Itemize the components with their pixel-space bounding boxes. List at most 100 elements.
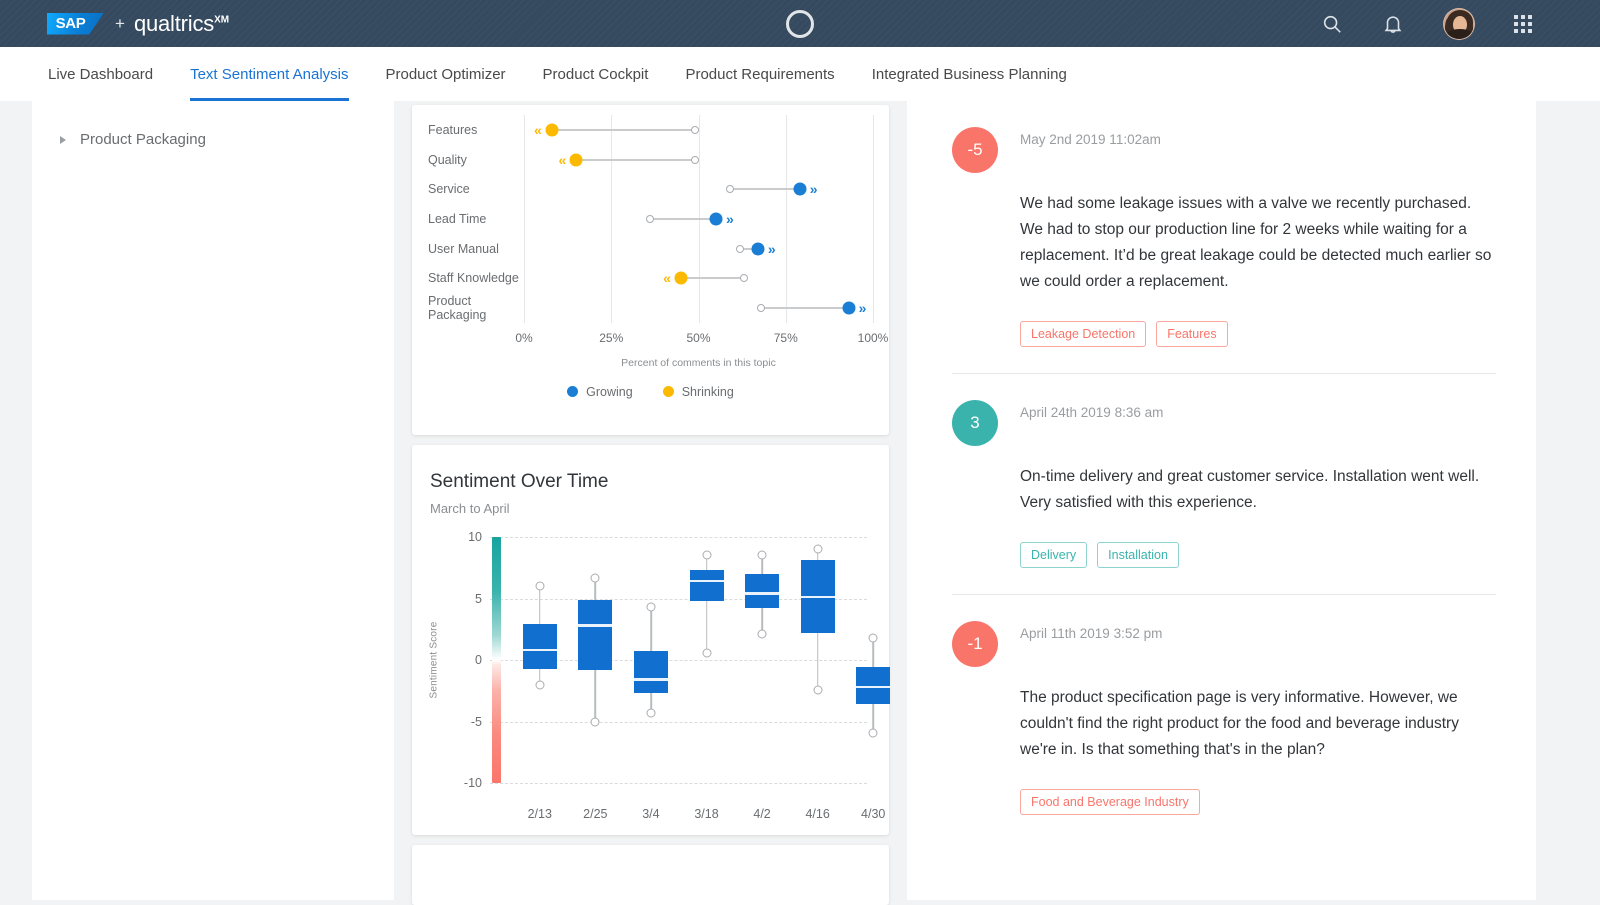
gridline	[524, 174, 525, 205]
comment-timestamp: May 2nd 2019 11:02am	[1020, 132, 1161, 147]
topic-trend-row-label: Staff Knowledge	[428, 271, 519, 286]
topic-trend-row-label: Features	[428, 122, 478, 137]
topic-trend-row[interactable]: Features «	[412, 115, 889, 145]
search-icon[interactable]	[1321, 13, 1343, 35]
tab-live-dashboard[interactable]: Live Dashboard	[48, 47, 153, 101]
x-axis-tick: 3/18	[694, 807, 719, 821]
connector-line	[681, 277, 744, 280]
avatar[interactable]	[1443, 7, 1475, 40]
topic-trend-row[interactable]: Service »	[412, 174, 889, 205]
x-axis-tick: 4/16	[805, 807, 830, 821]
charts-column: Features «Quality «Service» Lead Time» User …	[394, 101, 907, 905]
topic-tag[interactable]: Installation	[1097, 542, 1179, 568]
comment-text: The product specification page is very i…	[1020, 689, 1459, 758]
whisker-max-cap	[590, 573, 600, 583]
y-axis-tick: 0	[475, 653, 482, 667]
gridline	[611, 263, 613, 294]
whisker-min-cap	[590, 717, 600, 726]
topic-trend-x-label: Percent of comments in this topic	[621, 356, 776, 369]
topic-trend-row-label: Quality	[428, 152, 467, 167]
topic-trend-row[interactable]: Lead Time »	[412, 204, 889, 234]
topic-trend-row[interactable]: Staff Knowledge «	[412, 263, 889, 294]
gridline	[524, 144, 525, 175]
tab-product-cockpit[interactable]: Product Cockpit	[543, 47, 649, 101]
comment-item[interactable]: -5 May 2nd 2019 11:02am We had some leakag…	[907, 101, 1536, 347]
sentiment-y-axis-label: Sentiment Score	[428, 621, 440, 699]
topic-trend-row-plot: «	[524, 263, 874, 294]
y-axis-tick: -5	[470, 714, 482, 729]
comments-panel[interactable]: -5 May 2nd 2019 11:02am We had some leakag…	[907, 101, 1536, 900]
comment-timestamp: April 11th 2019 3:52 pm	[1020, 626, 1163, 641]
whisker-min-cap	[813, 685, 823, 695]
y-axis-tick: 10	[468, 530, 482, 544]
comment-item[interactable]: -1 April 11th 2019 3:52 pm The product spe…	[907, 595, 1536, 815]
median-line	[578, 624, 613, 627]
growing-chevron-icon: »	[726, 210, 734, 227]
current-value-marker	[545, 123, 559, 137]
sentiment-score-badge: 3	[952, 400, 998, 446]
median-line	[522, 648, 557, 652]
comment-tags: Delivery Installation	[1020, 542, 1496, 568]
notification-bell-icon[interactable]	[1382, 13, 1404, 35]
legend-shrinking-swatch	[662, 386, 674, 398]
topic-trend-row-plot: »	[524, 293, 874, 323]
comment-item[interactable]: 3 April 24th 2019 8:36 am On-time delivery…	[907, 374, 1536, 568]
current-value-marker	[751, 242, 765, 256]
gridline	[524, 233, 525, 264]
whisker-max-cap	[813, 544, 823, 554]
topic-trend-row[interactable]: Quality «	[412, 144, 889, 175]
box-plot[interactable]	[633, 537, 668, 783]
sap-logo-text: SAP	[55, 15, 86, 32]
x-axis-tick: 4/30	[861, 807, 886, 821]
connector-line	[729, 188, 800, 191]
box-plot[interactable]	[522, 537, 557, 783]
current-value-marker	[709, 212, 723, 226]
sentiment-score-badge: -1	[952, 621, 998, 667]
box-plot[interactable]	[856, 537, 891, 783]
shrinking-chevron-icon: «	[534, 121, 542, 138]
box-plot[interactable]	[689, 537, 724, 783]
topic-trend-row[interactable]: User Manual »	[412, 233, 889, 264]
topic-trend-row[interactable]: Product Packaging »	[412, 293, 889, 323]
sidebar-item-product-packaging[interactable]: Product Packaging	[60, 131, 394, 148]
left-sidebar: Product Packaging	[32, 101, 394, 900]
connector-line	[576, 158, 695, 161]
tab-product-requirements[interactable]: Product Requirements	[685, 47, 834, 101]
median-line	[856, 685, 891, 689]
qualtrics-word: qualtrics	[133, 10, 215, 36]
sap-logo-icon: SAP	[47, 12, 104, 35]
x-axis-tick: 75%	[773, 330, 798, 345]
gridline	[873, 174, 874, 205]
topic-tag[interactable]: Features	[1156, 321, 1228, 347]
tab-product-optimizer[interactable]: Product Optimizer	[386, 47, 506, 101]
topic-tag[interactable]: Food and Beverage Industry	[1020, 789, 1200, 815]
gridline	[785, 144, 787, 175]
y-axis-tick: -10	[463, 776, 482, 790]
median-line	[745, 592, 780, 595]
app-grid-icon[interactable]	[1514, 14, 1532, 33]
growing-chevron-icon: »	[767, 240, 776, 257]
topic-tag[interactable]: Delivery	[1020, 542, 1088, 568]
box-plot[interactable]	[745, 537, 780, 783]
comment-tags: Food and Beverage Industry	[1020, 789, 1496, 815]
box-plot[interactable]	[578, 537, 613, 783]
brand-logo[interactable]: SAP + qualtricsXM	[47, 11, 229, 37]
previous-value-marker	[691, 125, 699, 134]
gridline	[524, 263, 525, 294]
median-line	[689, 580, 724, 583]
y-gridline	[490, 783, 867, 784]
growing-chevron-icon: »	[809, 181, 818, 198]
x-axis-tick: 2/13	[527, 807, 552, 821]
previous-value-marker	[691, 155, 699, 164]
gridline	[698, 233, 700, 264]
topic-tag[interactable]: Leakage Detection	[1020, 321, 1147, 347]
topic-trend-row-plot: »	[524, 233, 874, 264]
tab-integrated-business-planning[interactable]: Integrated Business Planning	[872, 47, 1067, 101]
median-line	[633, 678, 668, 681]
tab-text-sentiment-analysis[interactable]: Text Sentiment Analysis	[190, 47, 349, 101]
box-iqr	[689, 570, 724, 601]
comment-tags: Leakage Detection Features	[1020, 321, 1496, 347]
box-plot[interactable]	[800, 537, 835, 783]
main-tab-bar: Live Dashboard Text Sentiment Analysis P…	[0, 47, 1600, 101]
whisker-max-cap	[535, 581, 545, 591]
